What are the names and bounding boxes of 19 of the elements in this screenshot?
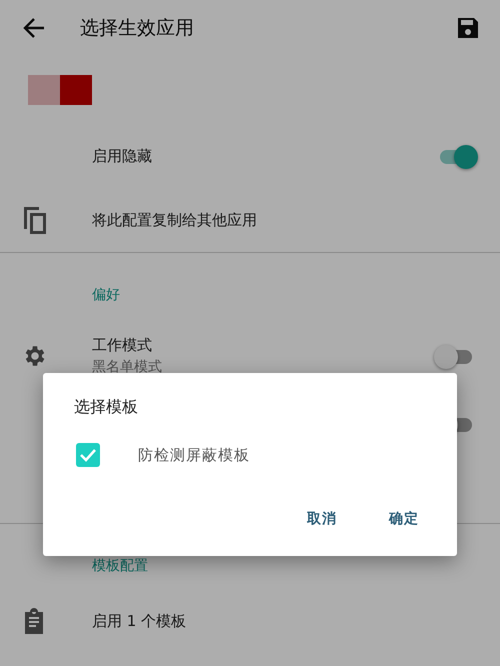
section-header: 偏好 <box>91 286 121 305</box>
option-label: 防检测屏蔽模板 <box>138 444 250 466</box>
dialog-button[interactable]: 确定 <box>383 505 425 534</box>
setting-title: 工作模式 <box>92 335 153 356</box>
toolbar-title: 选择生效应用 <box>80 16 195 41</box>
back-icon[interactable] <box>22 17 46 39</box>
setting-title: 将此配置复制给其他应用 <box>92 210 257 231</box>
setting-subtitle: 黑名单模式 <box>92 358 162 377</box>
checkbox[interactable] <box>76 443 100 467</box>
checkmark-icon <box>79 448 97 462</box>
setting-title: 启用隐藏 <box>92 146 152 167</box>
setting-title: 启用 1 个模板 <box>92 610 186 632</box>
dialog-button[interactable]: 取消 <box>301 505 343 534</box>
save-icon[interactable] <box>456 16 480 40</box>
clipboard-icon <box>22 608 46 634</box>
copy-icon <box>22 205 48 235</box>
app-icon <box>28 75 92 105</box>
section-header: 模板配置 <box>91 557 149 576</box>
dialog-title: 选择模板 <box>74 396 139 418</box>
